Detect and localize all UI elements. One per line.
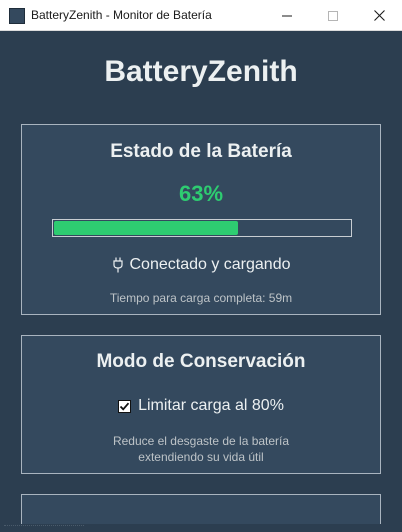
maximize-button[interactable] [310, 0, 356, 31]
cutoff-text-hint [4, 525, 84, 529]
conservation-mode-panel: Modo de Conservación Limitar carga al 80… [21, 335, 381, 474]
battery-status-panel: Estado de la Batería 63% Conectado y car… [21, 124, 381, 315]
checkmark-icon [119, 402, 130, 411]
battery-progress-bar [52, 219, 352, 237]
minimize-button[interactable] [264, 0, 310, 31]
plug-icon [112, 257, 123, 273]
app-window: BatteryZenith - Monitor de Batería Batte… [0, 0, 402, 532]
window-title: BatteryZenith - Monitor de Batería [31, 8, 212, 22]
description-line-1: Reduce el desgaste de la batería [112, 434, 290, 448]
charge-state-row: Conectado y cargando [22, 256, 380, 274]
app-icon [9, 8, 25, 24]
limit-charge-option[interactable]: Limitar carga al 80% [22, 397, 380, 415]
battery-progress-fill [54, 221, 238, 235]
maximize-icon [328, 10, 338, 21]
conservation-description: Reduce el desgaste de la batería extendi… [22, 433, 380, 465]
limit-charge-checkbox[interactable] [118, 399, 132, 413]
close-button[interactable] [356, 0, 402, 31]
limit-charge-label[interactable]: Limitar carga al 80% [138, 397, 284, 415]
app-heading: BatteryZenith [104, 55, 298, 88]
battery-percent: 63% [178, 181, 224, 206]
title-bar[interactable]: BatteryZenith - Monitor de Batería [0, 0, 402, 31]
charge-state-text: Conectado y cargando [129, 256, 291, 273]
close-icon [373, 10, 385, 21]
description-line-2: extendiendo su vida útil [138, 450, 264, 464]
minimize-icon [282, 15, 292, 16]
time-to-full: Tiempo para carga completa: 59m [109, 291, 293, 305]
conservation-panel-title: Modo de Conservación [96, 351, 306, 372]
status-panel-title: Estado de la Batería [110, 141, 292, 162]
